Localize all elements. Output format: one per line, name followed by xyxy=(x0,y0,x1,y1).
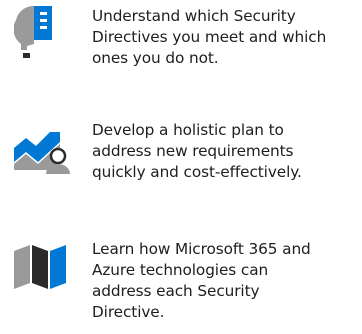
map-icon xyxy=(14,245,70,293)
chart-person-icon xyxy=(14,130,70,180)
feature-text-understand: Understand which Security Directives you… xyxy=(92,7,327,67)
feature-text-plan: Develop a holistic plan to address new r… xyxy=(92,121,302,181)
lightbulb-checklist-icon xyxy=(13,5,58,66)
feature-list: Understand which Security Directives you… xyxy=(0,0,362,334)
feature-text-learn: Learn how Microsoft 365 and Azure techno… xyxy=(92,240,311,321)
